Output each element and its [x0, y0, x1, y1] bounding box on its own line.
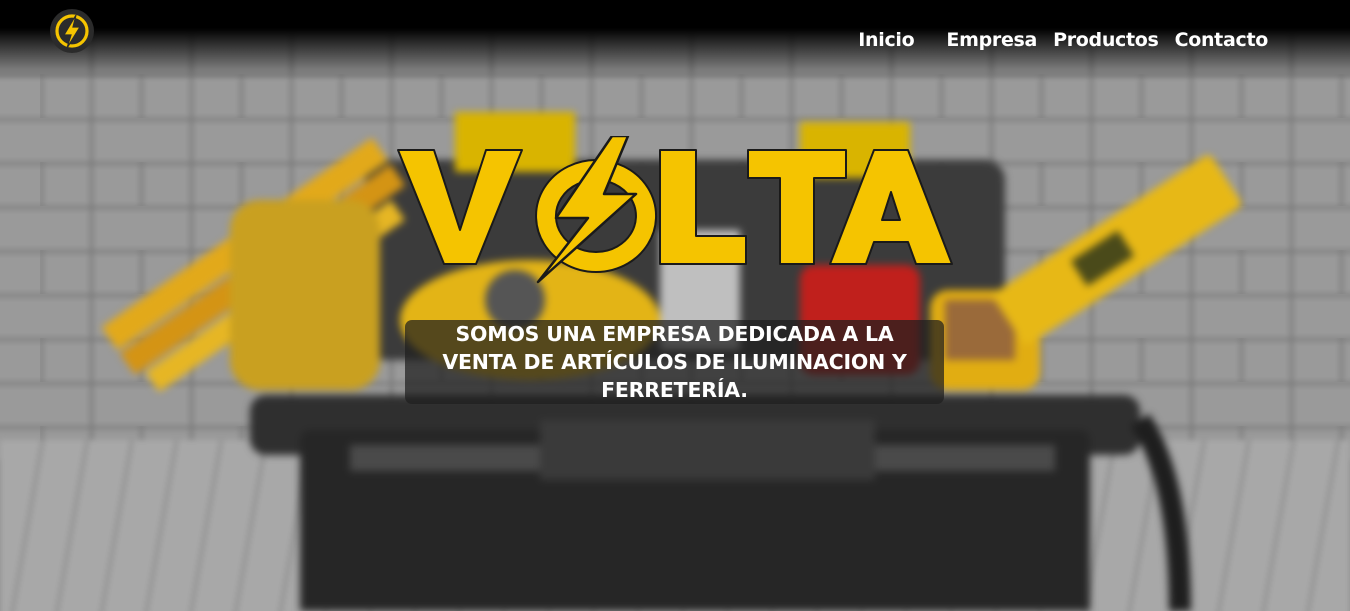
nav-empresa[interactable]: Empresa [946, 26, 1037, 54]
site-header: Inicio Empresa Productos Contacto [0, 0, 1350, 70]
nav-contacto[interactable]: Contacto [1175, 26, 1269, 54]
nav-inicio[interactable]: Inicio [858, 26, 914, 54]
brand-mark [396, 136, 956, 284]
lightning-bolt-icon[interactable] [48, 8, 96, 54]
tagline-text: SOMOS UNA EMPRESA DEDICADA A LA VENTA DE… [442, 322, 907, 402]
tagline-box: SOMOS UNA EMPRESA DEDICADA A LA VENTA DE… [405, 320, 944, 404]
hero-background [0, 0, 1350, 611]
nav-productos[interactable]: Productos [1053, 26, 1159, 54]
main-nav: Inicio Empresa Productos Contacto [858, 26, 1268, 54]
toolbox-image [0, 0, 1350, 611]
